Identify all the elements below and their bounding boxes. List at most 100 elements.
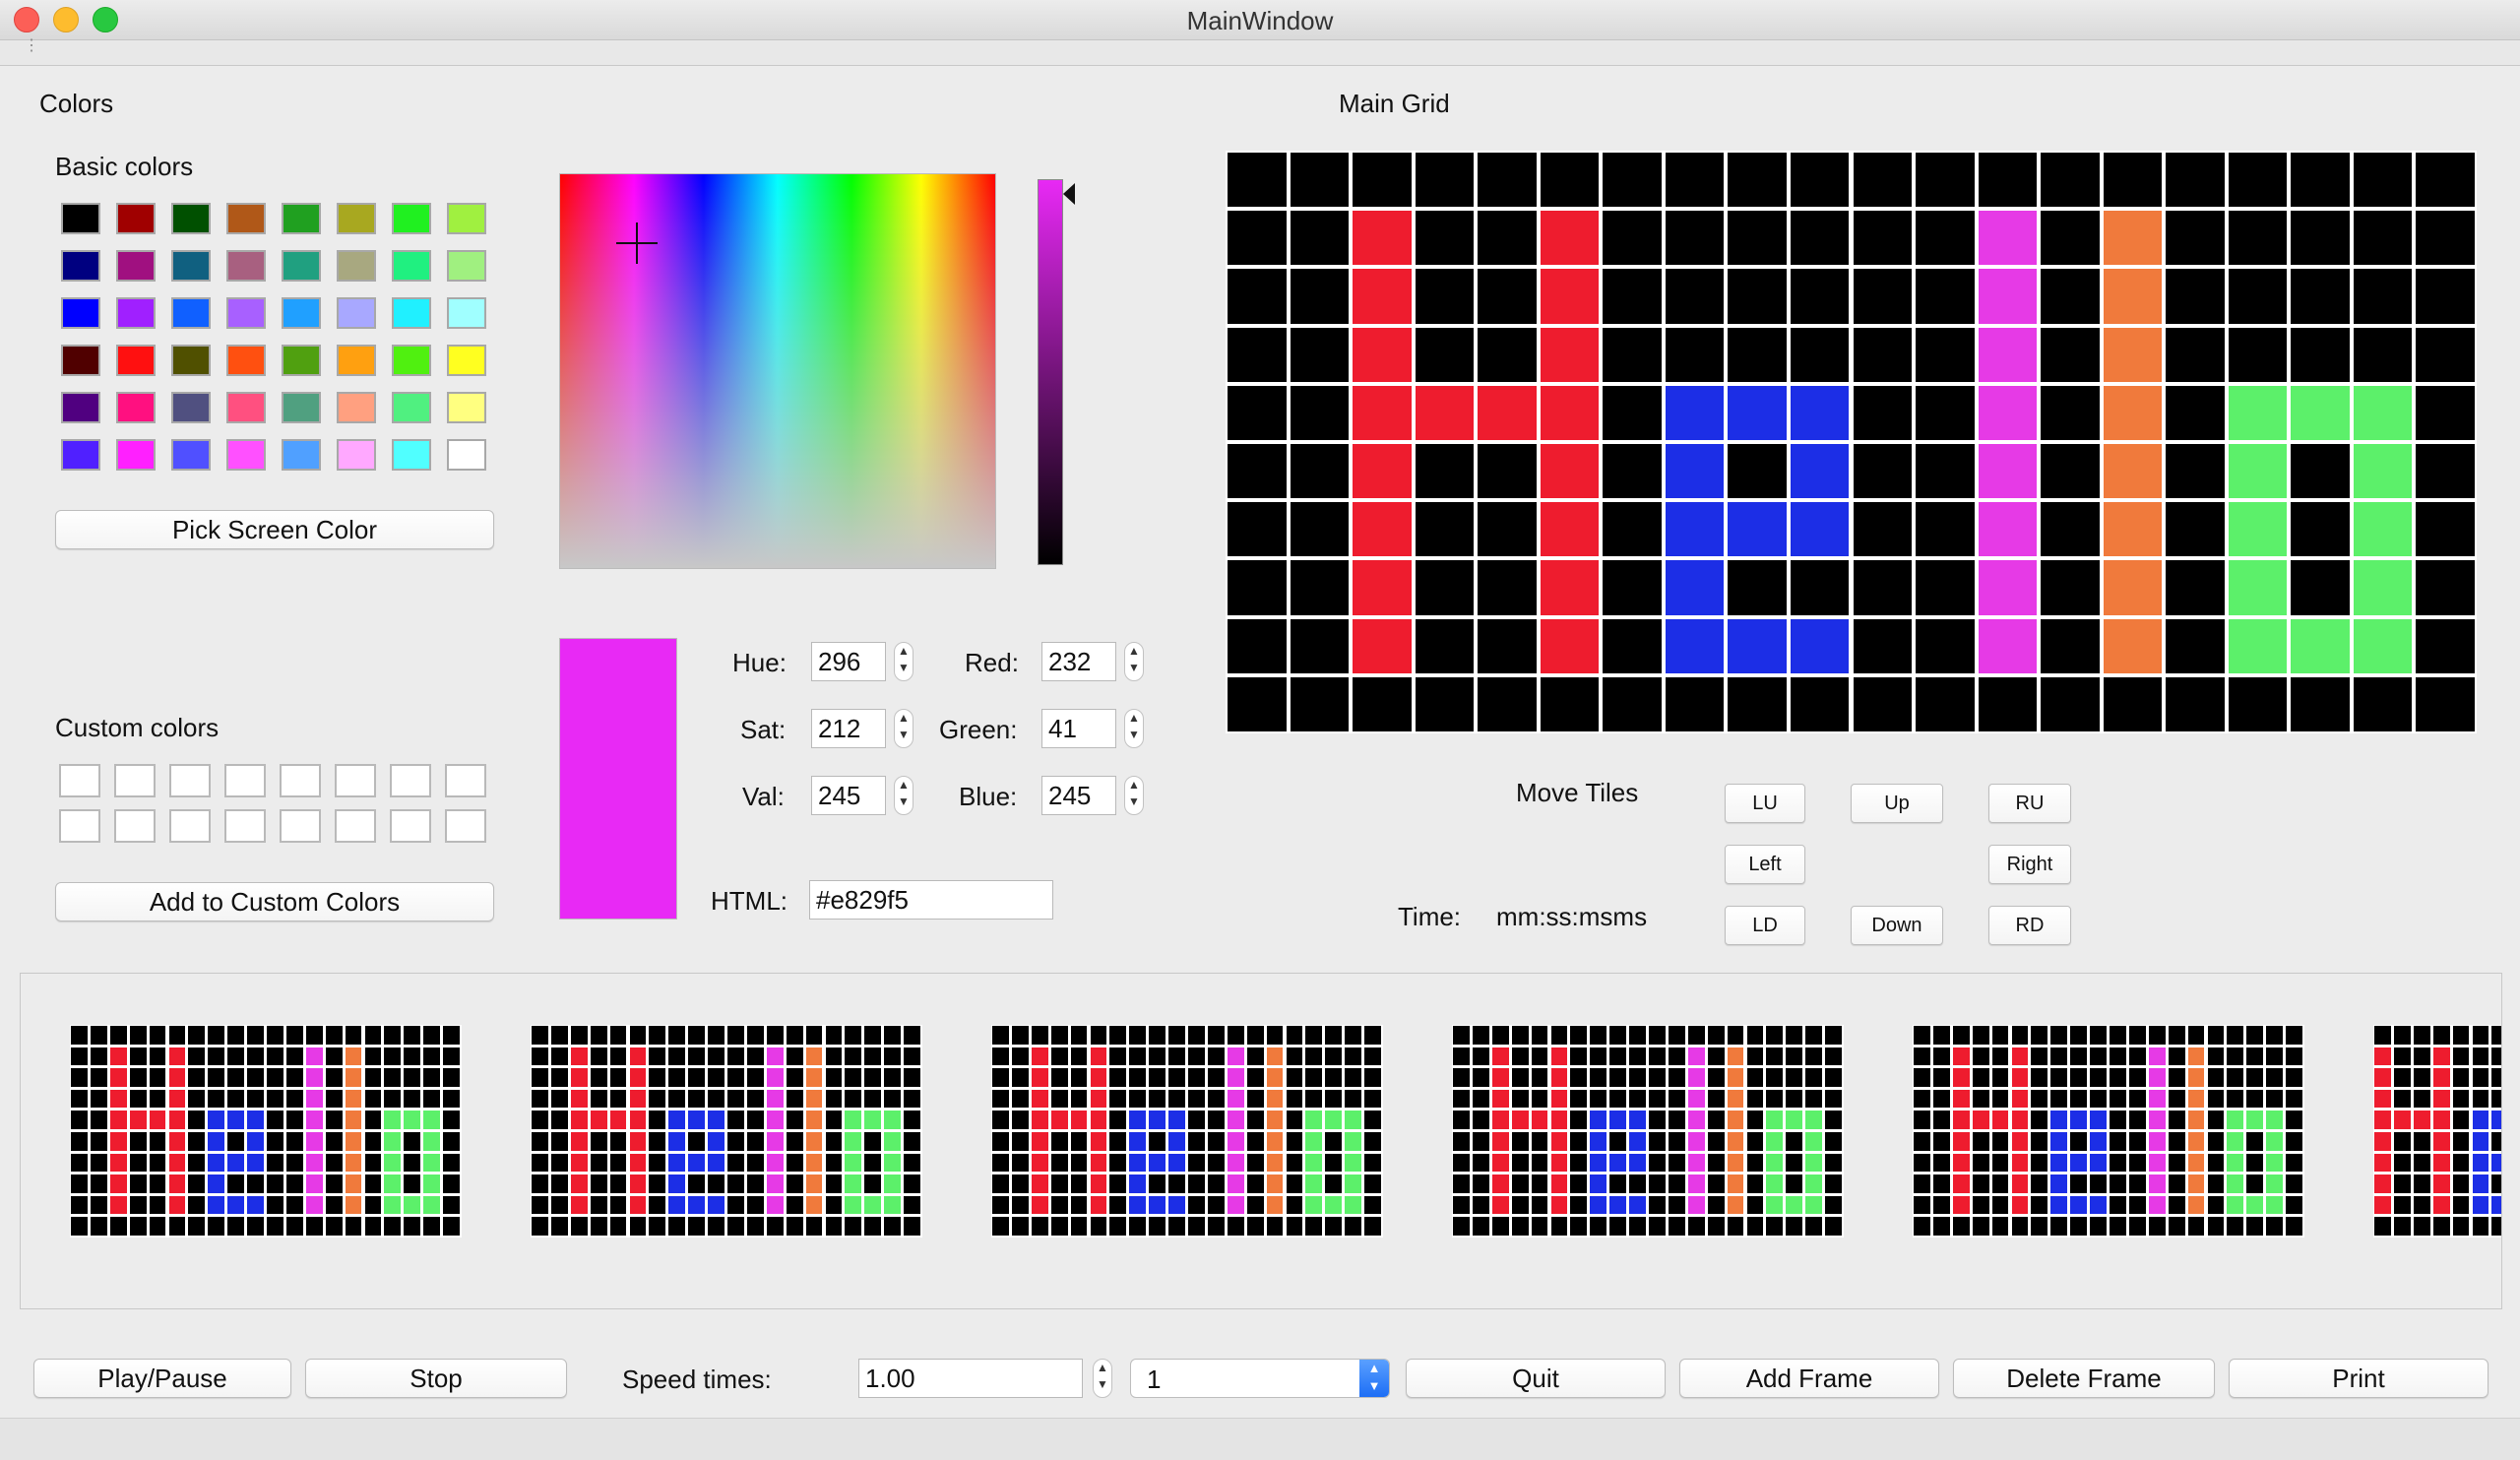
- grid-cell[interactable]: [1728, 618, 1787, 673]
- grid-cell[interactable]: [1540, 502, 1600, 557]
- custom-color-swatch[interactable]: [59, 764, 100, 797]
- grid-cell[interactable]: [2166, 269, 2225, 324]
- grid-cell[interactable]: [1665, 385, 1725, 440]
- green-stepper[interactable]: ▲ ▼: [1124, 709, 1144, 748]
- grid-cell[interactable]: [2103, 153, 2163, 208]
- grid-cell[interactable]: [1790, 153, 1850, 208]
- basic-color-swatch[interactable]: [116, 439, 156, 471]
- grid-cell[interactable]: [1353, 269, 1412, 324]
- grid-cell[interactable]: [2228, 502, 2288, 557]
- grid-cell[interactable]: [2166, 560, 2225, 615]
- grid-cell[interactable]: [1978, 444, 2038, 499]
- basic-color-swatch[interactable]: [392, 439, 431, 471]
- grid-cell[interactable]: [1415, 560, 1475, 615]
- custom-color-swatch[interactable]: [114, 809, 156, 843]
- hue-field[interactable]: 296: [811, 642, 886, 681]
- grid-cell[interactable]: [1853, 444, 1913, 499]
- value-slider-arrow-icon[interactable]: [1063, 183, 1075, 205]
- grid-cell[interactable]: [2041, 502, 2100, 557]
- grid-cell[interactable]: [1603, 676, 1662, 731]
- pick-screen-color-button[interactable]: Pick Screen Color: [55, 510, 494, 549]
- grid-cell[interactable]: [1478, 502, 1537, 557]
- basic-color-swatch[interactable]: [226, 439, 266, 471]
- grid-cell[interactable]: [2166, 385, 2225, 440]
- grid-cell[interactable]: [2353, 560, 2413, 615]
- grid-cell[interactable]: [1540, 618, 1600, 673]
- custom-color-swatch[interactable]: [445, 764, 486, 797]
- grid-cell[interactable]: [2416, 269, 2475, 324]
- grid-cell[interactable]: [2416, 153, 2475, 208]
- quit-button[interactable]: Quit: [1406, 1359, 1666, 1398]
- grid-cell[interactable]: [2041, 327, 2100, 382]
- grid-cell[interactable]: [1228, 211, 1287, 266]
- grid-cell[interactable]: [1853, 560, 1913, 615]
- custom-color-swatch[interactable]: [280, 764, 321, 797]
- grid-cell[interactable]: [2291, 327, 2350, 382]
- grid-cell[interactable]: [1665, 153, 1725, 208]
- grid-cell[interactable]: [2416, 618, 2475, 673]
- grid-cell[interactable]: [1478, 618, 1537, 673]
- grid-cell[interactable]: [1603, 153, 1662, 208]
- grid-cell[interactable]: [2416, 560, 2475, 615]
- grid-cell[interactable]: [2228, 269, 2288, 324]
- basic-color-swatch[interactable]: [447, 297, 486, 329]
- grid-cell[interactable]: [1228, 618, 1287, 673]
- add-frame-button[interactable]: Add Frame: [1679, 1359, 1939, 1398]
- grid-cell[interactable]: [1853, 153, 1913, 208]
- grid-cell[interactable]: [1290, 444, 1350, 499]
- grid-cell[interactable]: [2041, 560, 2100, 615]
- grid-cell[interactable]: [1415, 269, 1475, 324]
- grid-cell[interactable]: [2353, 327, 2413, 382]
- grid-cell[interactable]: [1478, 327, 1537, 382]
- grid-cell[interactable]: [1790, 269, 1850, 324]
- grid-cell[interactable]: [1790, 502, 1850, 557]
- chevron-updown-icon[interactable]: ▲ ▼: [1359, 1360, 1389, 1397]
- grid-cell[interactable]: [1728, 327, 1787, 382]
- red-stepper[interactable]: ▲ ▼: [1124, 642, 1144, 681]
- val-stepper[interactable]: ▲ ▼: [894, 776, 914, 815]
- grid-cell[interactable]: [1290, 560, 1350, 615]
- grid-cell[interactable]: [1853, 327, 1913, 382]
- basic-color-swatch[interactable]: [337, 250, 376, 282]
- basic-color-swatch[interactable]: [226, 250, 266, 282]
- grid-cell[interactable]: [1978, 327, 2038, 382]
- grid-cell[interactable]: [2416, 444, 2475, 499]
- grid-cell[interactable]: [1228, 269, 1287, 324]
- html-hex-field[interactable]: #e829f5: [809, 880, 1053, 920]
- grid-cell[interactable]: [1478, 676, 1537, 731]
- basic-color-swatch[interactable]: [392, 250, 431, 282]
- grid-cell[interactable]: [1978, 618, 2038, 673]
- grid-cell[interactable]: [1916, 560, 1975, 615]
- grid-cell[interactable]: [1790, 385, 1850, 440]
- stop-button[interactable]: Stop: [305, 1359, 567, 1398]
- toolbar-grip-icon[interactable]: ⋮: [24, 38, 39, 54]
- basic-color-swatch[interactable]: [282, 297, 321, 329]
- basic-color-swatch[interactable]: [171, 345, 211, 376]
- grid-cell[interactable]: [2353, 269, 2413, 324]
- move-rd-button[interactable]: RD: [1988, 906, 2071, 945]
- custom-color-swatch[interactable]: [224, 809, 266, 843]
- basic-color-swatch[interactable]: [337, 439, 376, 471]
- grid-cell[interactable]: [1603, 444, 1662, 499]
- grid-cell[interactable]: [1916, 153, 1975, 208]
- grid-cell[interactable]: [1353, 327, 1412, 382]
- grid-cell[interactable]: [2353, 502, 2413, 557]
- grid-cell[interactable]: [2416, 385, 2475, 440]
- basic-color-swatch[interactable]: [61, 345, 100, 376]
- custom-color-swatch[interactable]: [59, 809, 100, 843]
- grid-cell[interactable]: [2353, 211, 2413, 266]
- grid-cell[interactable]: [1916, 502, 1975, 557]
- grid-cell[interactable]: [1415, 676, 1475, 731]
- basic-color-swatch[interactable]: [447, 439, 486, 471]
- grid-cell[interactable]: [1603, 618, 1662, 673]
- grid-cell[interactable]: [2228, 444, 2288, 499]
- sat-stepper[interactable]: ▲ ▼: [894, 709, 914, 748]
- basic-color-swatch[interactable]: [392, 345, 431, 376]
- basic-color-swatch[interactable]: [226, 203, 266, 234]
- grid-cell[interactable]: [1603, 502, 1662, 557]
- custom-color-swatch[interactable]: [445, 809, 486, 843]
- grid-cell[interactable]: [1290, 327, 1350, 382]
- grid-cell[interactable]: [2166, 153, 2225, 208]
- grid-cell[interactable]: [2103, 211, 2163, 266]
- grid-cell[interactable]: [2041, 385, 2100, 440]
